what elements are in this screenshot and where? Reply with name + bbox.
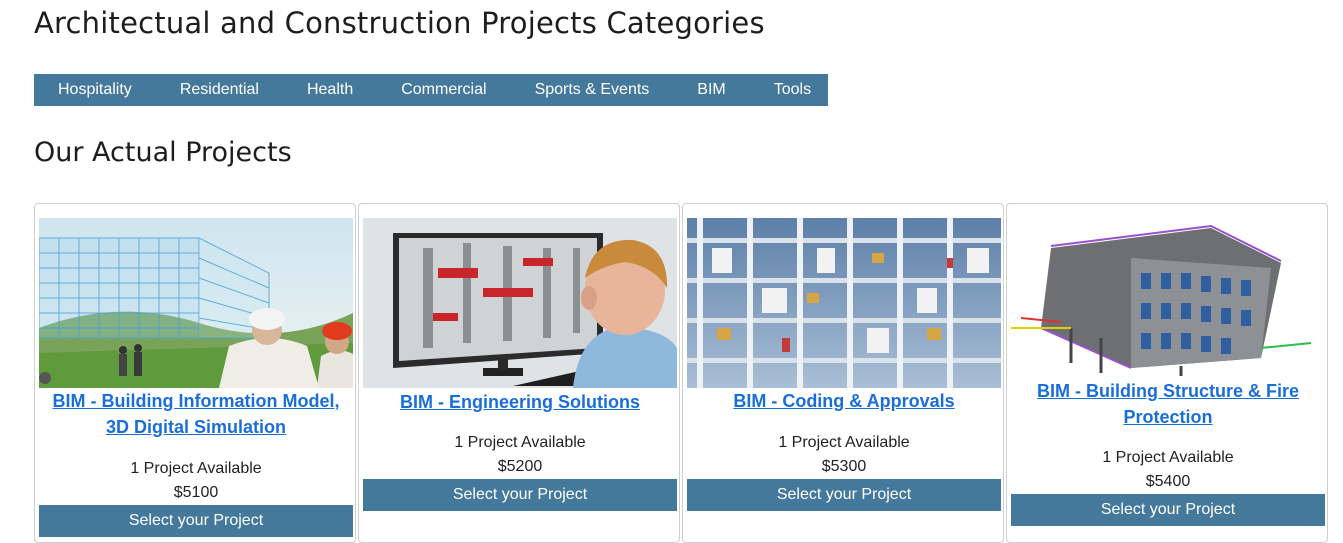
select-project-button[interactable]: Select your Project — [1011, 494, 1325, 526]
project-card: BIM - Building Information Model, 3D Dig… — [34, 203, 356, 543]
project-price: $5100 — [173, 484, 219, 501]
page-title: Architectual and Construction Projects C… — [34, 6, 765, 40]
select-project-button[interactable]: Select your Project — [687, 479, 1001, 511]
select-project-button[interactable]: Select your Project — [39, 505, 353, 537]
project-card: BIM - Coding & Approvals 1 Project Avail… — [682, 203, 1004, 543]
project-title-link[interactable]: BIM - Engineering Solutions — [367, 389, 673, 415]
project-card: BIM - Building Structure & Fire Protecti… — [1006, 203, 1328, 543]
project-image-mep-model[interactable] — [687, 218, 1001, 388]
project-price: $5200 — [497, 458, 543, 475]
nav-item-residential[interactable]: Residential — [156, 81, 283, 99]
project-card: BIM - Engineering Solutions 1 Project Av… — [358, 203, 680, 543]
project-image-structural-model[interactable] — [1011, 218, 1325, 378]
project-availability: 1 Project Available — [778, 434, 910, 451]
project-price: $5300 — [821, 458, 867, 475]
project-image-engineer-computer[interactable] — [363, 218, 677, 388]
project-title-link[interactable]: BIM - Building Information Model, 3D Dig… — [43, 388, 349, 440]
project-image-wireframe-building[interactable] — [39, 218, 353, 388]
nav-item-tools[interactable]: Tools — [750, 81, 835, 99]
section-title: Our Actual Projects — [34, 137, 292, 168]
nav-item-bim[interactable]: BIM — [673, 81, 749, 99]
project-price: $5400 — [1145, 473, 1191, 490]
select-project-button[interactable]: Select your Project — [363, 479, 677, 511]
project-availability: 1 Project Available — [130, 460, 262, 477]
project-availability: 1 Project Available — [1102, 449, 1234, 466]
nav-item-health[interactable]: Health — [283, 81, 377, 99]
category-nav: Hospitality Residential Health Commercia… — [34, 74, 828, 106]
nav-item-commercial[interactable]: Commercial — [377, 81, 510, 99]
project-cards: BIM - Building Information Model, 3D Dig… — [34, 203, 1330, 543]
nav-item-sports-events[interactable]: Sports & Events — [511, 81, 674, 99]
project-availability: 1 Project Available — [454, 434, 586, 451]
project-title-link[interactable]: BIM - Coding & Approvals — [691, 388, 997, 414]
project-title-link[interactable]: BIM - Building Structure & Fire Protecti… — [1015, 378, 1321, 430]
nav-item-hospitality[interactable]: Hospitality — [34, 81, 156, 99]
